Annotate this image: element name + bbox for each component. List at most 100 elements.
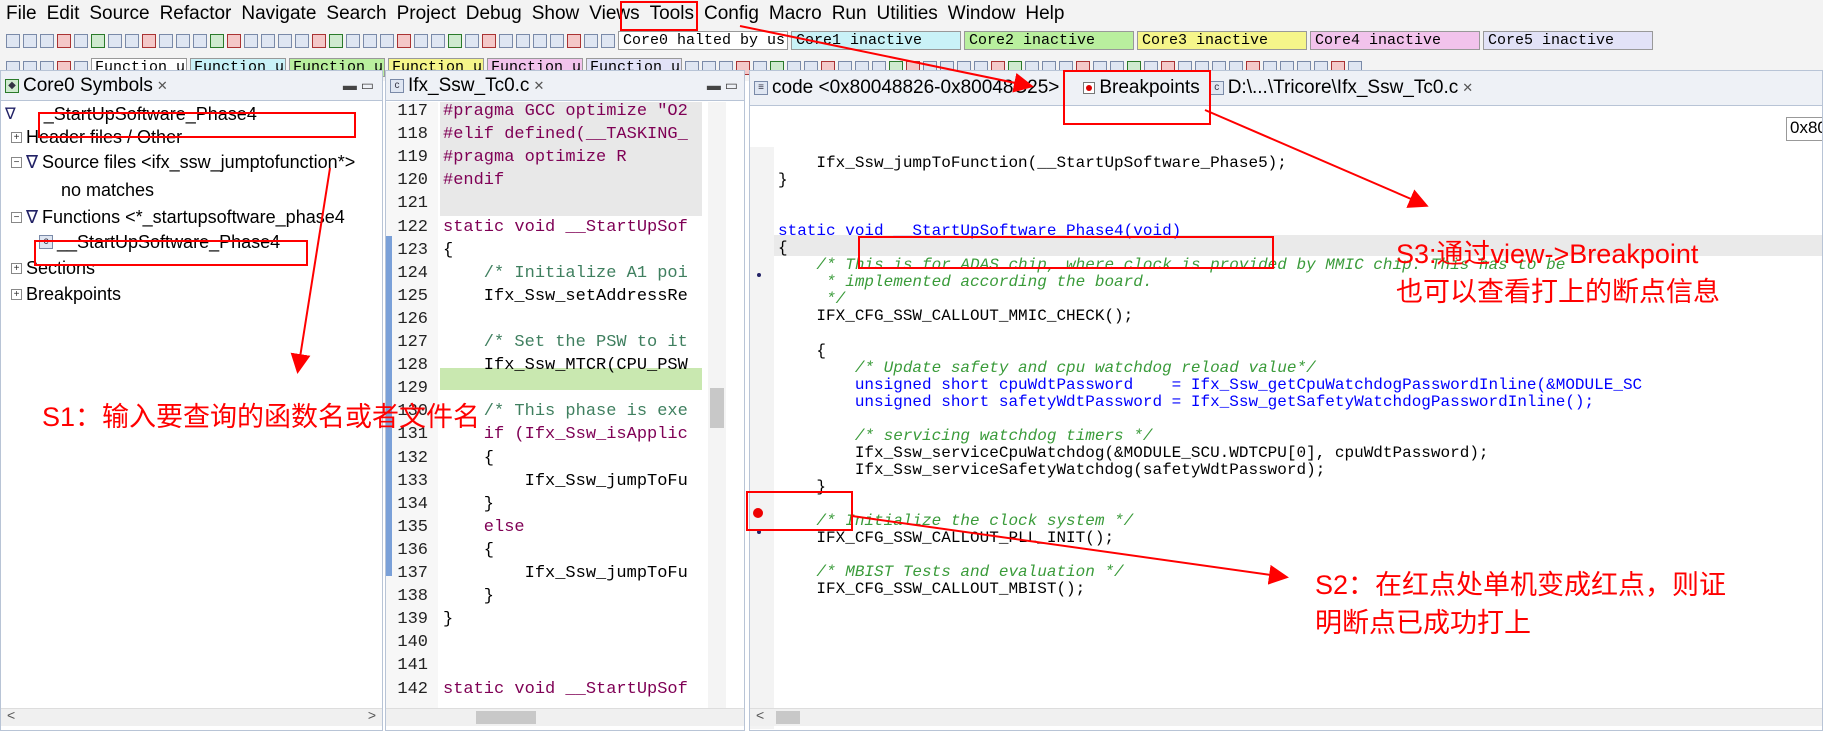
toolbar-tool-icon[interactable] — [6, 33, 20, 48]
code-line[interactable]: unsigned short safetyWdtPassword = Ifx_S… — [778, 393, 1822, 411]
toolbar-tool-icon[interactable] — [57, 33, 71, 48]
tree-item[interactable]: + Breakpoints — [11, 283, 121, 305]
source-line[interactable]: } — [443, 587, 705, 606]
toolbar-tool-icon[interactable] — [91, 33, 105, 48]
toolbar-tool-icon[interactable] — [431, 33, 445, 48]
source-line[interactable]: static void __StartUpSof — [443, 218, 705, 237]
tab-code[interactable]: ≡ code <0x80048826-0x80048C25> — [754, 77, 1059, 99]
menu-item-window[interactable]: Window — [948, 1, 1016, 27]
code-line[interactable]: } — [778, 478, 1822, 496]
source-line[interactable]: Ifx_Ssw_setAddressRe — [443, 287, 705, 306]
toolbar-tool-icon[interactable] — [550, 33, 564, 48]
toolbar-tool-icon[interactable] — [244, 33, 258, 48]
core-status-4[interactable]: Core4 inactive — [1310, 31, 1480, 50]
toolbar-tool-icon[interactable] — [40, 33, 54, 48]
source-line[interactable]: Ifx_Ssw_jumpToFu — [443, 564, 705, 583]
menu-item-debug[interactable]: Debug — [466, 1, 522, 27]
menu-item-file[interactable]: File — [6, 1, 37, 27]
toolbar-tool-icon[interactable] — [142, 33, 156, 48]
menu-item-edit[interactable]: Edit — [47, 1, 80, 27]
source-line[interactable]: { — [443, 449, 705, 468]
toolbar-tool-icon[interactable] — [482, 33, 496, 48]
core-status-2[interactable]: Core2 inactive — [964, 31, 1134, 50]
toolbar-tool-icon[interactable] — [125, 33, 139, 48]
core-status-0[interactable]: Core0 halted by us — [618, 31, 788, 50]
menu-item-refactor[interactable]: Refactor — [160, 1, 232, 27]
source-line[interactable]: } — [443, 495, 705, 514]
toolbar-tool-icon[interactable] — [363, 33, 377, 48]
source-line[interactable]: Ifx_Ssw_jumpToFu — [443, 472, 705, 491]
source-line[interactable]: /* This phase is exe — [443, 402, 705, 421]
tab-source-path[interactable]: c D:\...\Tricore\Ifx_Ssw_Tc0.c ✕ — [1209, 77, 1473, 99]
menu-item-search[interactable]: Search — [326, 1, 386, 27]
scroll-thumb[interactable] — [710, 388, 724, 428]
source-line[interactable]: { — [443, 541, 705, 560]
toolbar-tool-icon[interactable] — [312, 33, 326, 48]
menu-item-source[interactable]: Source — [89, 1, 149, 27]
collapse-icon[interactable]: − — [11, 156, 22, 168]
code-line[interactable]: { — [778, 342, 1822, 360]
toolbar-tool-icon[interactable] — [584, 33, 598, 48]
scroll-left-icon[interactable]: < — [756, 707, 764, 723]
source-line[interactable]: /* Set the PSW to it — [443, 333, 705, 352]
toolbar-tool-icon[interactable] — [108, 33, 122, 48]
toolbar-tool-icon[interactable] — [193, 33, 207, 48]
scroll-thumb[interactable] — [776, 711, 800, 724]
core-status-1[interactable]: Core1 inactive — [791, 31, 961, 50]
code-line[interactable]: Ifx_Ssw_jumpToFunction(__StartUpSoftware… — [778, 154, 1822, 172]
code-line[interactable]: IFX_CFG_SSW_CALLOUT_MMIC_CHECK(); — [778, 307, 1822, 325]
toolbar-tool-icon[interactable] — [74, 33, 88, 48]
core-status-3[interactable]: Core3 inactive — [1137, 31, 1307, 50]
tab-core0-symbols[interactable]: ◆ Core0 Symbols ✕ — [5, 75, 168, 97]
close-icon[interactable]: ✕ — [157, 78, 168, 94]
expand-icon[interactable]: + — [11, 288, 22, 300]
toolbar-tool-icon[interactable] — [499, 33, 513, 48]
tree-item[interactable]: − ∇ Source files <ifx_ssw_jumptofunction*> — [11, 151, 355, 173]
expand-icon[interactable]: + — [11, 131, 22, 143]
source-line[interactable]: #pragma GCC optimize "O2 — [443, 102, 705, 121]
horizontal-scrollbar[interactable]: < — [750, 707, 1822, 726]
toolbar-tool-icon[interactable] — [601, 33, 615, 48]
horizontal-scrollbar[interactable] — [386, 708, 744, 726]
toolbar-tool-icon[interactable] — [516, 33, 530, 48]
minimize-icon[interactable]: ▬ ▭ — [707, 77, 738, 94]
source-line[interactable]: { — [443, 241, 705, 260]
menu-item-project[interactable]: Project — [397, 1, 456, 27]
tab-source-file[interactable]: c Ifx_Ssw_Tc0.c ✕ — [390, 75, 544, 97]
menu-item-run[interactable]: Run — [832, 1, 867, 27]
source-line[interactable]: if (Ifx_Ssw_isApplic — [443, 425, 705, 444]
collapse-icon[interactable]: − — [11, 211, 22, 223]
menu-item-navigate[interactable]: Navigate — [241, 1, 316, 27]
source-line[interactable]: } — [443, 610, 705, 629]
expand-icon[interactable]: + — [11, 262, 22, 274]
toolbar-tool-icon[interactable] — [346, 33, 360, 48]
toolbar-tool-icon[interactable] — [567, 33, 581, 48]
source-line[interactable]: #pragma optimize R — [443, 148, 705, 167]
source-line[interactable]: #elif defined(__TASKING_ — [443, 125, 705, 144]
code-line[interactable]: Ifx_Ssw_serviceSafetyWatchdog(safetyWdtP… — [778, 461, 1822, 479]
code-line[interactable]: } — [778, 171, 1822, 189]
minimize-icon[interactable]: ▬ ▭ — [343, 77, 374, 94]
code-line[interactable]: /* servicing watchdog timers */ — [778, 427, 1822, 445]
close-icon[interactable]: ✕ — [1462, 80, 1473, 96]
code-line[interactable]: /* Initialize the clock system */ — [778, 512, 1822, 530]
toolbar-tool-icon[interactable] — [261, 33, 275, 48]
toolbar-tool-icon[interactable] — [159, 33, 173, 48]
menu-item-utilities[interactable]: Utilities — [877, 1, 938, 27]
toolbar-tool-icon[interactable] — [380, 33, 394, 48]
scroll-left-icon[interactable]: < — [7, 707, 15, 723]
code-line[interactable]: IFX_CFG_SSW_CALLOUT_PLL_INIT(); — [778, 529, 1822, 547]
close-icon[interactable]: ✕ — [533, 78, 544, 94]
menu-item-show[interactable]: Show — [532, 1, 580, 27]
toolbar-tool-icon[interactable] — [448, 33, 462, 48]
toolbar-tool-icon[interactable] — [176, 33, 190, 48]
address-field[interactable]: 0x80 — [1786, 117, 1822, 141]
horizontal-scrollbar[interactable]: < > — [1, 707, 382, 726]
source-line[interactable]: else — [443, 518, 705, 537]
scroll-thumb[interactable] — [476, 711, 536, 724]
toolbar-tool-icon[interactable] — [210, 33, 224, 48]
source-line[interactable]: static void __StartUpSof — [443, 680, 705, 699]
tree-item[interactable]: no matches — [61, 179, 154, 201]
toolbar-tool-icon[interactable] — [295, 33, 309, 48]
vertical-scrollbar[interactable] — [708, 102, 726, 708]
